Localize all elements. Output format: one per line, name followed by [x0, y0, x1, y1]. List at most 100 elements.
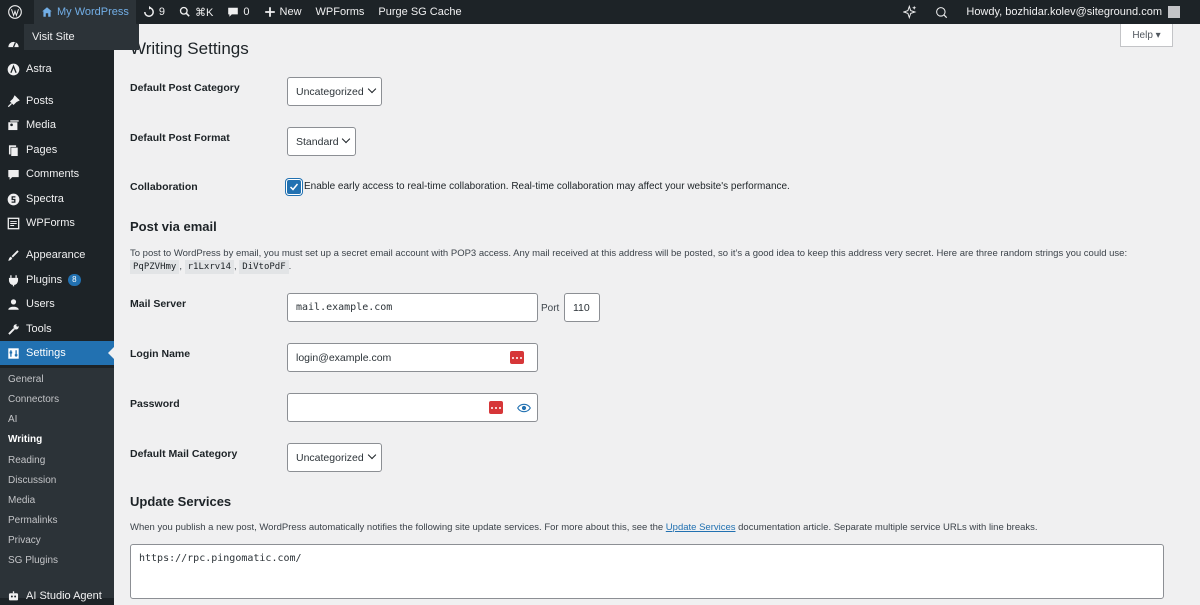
- comment-bubble-icon: [228, 7, 239, 17]
- sidebar-item-media[interactable]: Media: [0, 113, 114, 137]
- updates-button[interactable]: 9: [136, 0, 172, 24]
- sidebar-item-label: Pages: [26, 144, 58, 156]
- user-icon: [6, 297, 20, 311]
- input-value: mail.example.com: [296, 302, 393, 313]
- sidebar-item-label: Astra: [26, 63, 52, 75]
- new-label: New: [279, 6, 302, 18]
- chevron-down-icon: [341, 134, 351, 144]
- wpforms-icon: [6, 216, 20, 230]
- submenu-privacy[interactable]: Privacy: [8, 535, 41, 546]
- sidebar-item-plugins[interactable]: Plugins 8: [0, 268, 114, 292]
- purge-label: Purge SG Cache: [378, 6, 462, 18]
- sidebar-item-spectra[interactable]: Spectra: [0, 187, 114, 211]
- admin-bar: My WordPress 9 ⌘K 0 New WPForms Purge SG…: [0, 0, 1200, 24]
- help-tab-button[interactable]: Help ▾: [1120, 24, 1173, 47]
- wpforms-button[interactable]: WPForms: [309, 0, 372, 24]
- home-icon: [42, 7, 52, 17]
- avatar: [1168, 6, 1180, 18]
- sparkle-icon: [903, 5, 917, 19]
- sidebar-item-settings[interactable]: Settings: [0, 341, 114, 365]
- port-label: Port: [541, 303, 560, 314]
- update-services-description: When you publish a new post, WordPress a…: [130, 522, 1038, 533]
- sidebar-item-users[interactable]: Users: [0, 292, 114, 316]
- main-content: Help ▾ Writing Settings Default Post Cat…: [114, 24, 1200, 605]
- sidebar-item-label: Comments: [26, 168, 80, 180]
- submenu-ai[interactable]: AI: [8, 414, 17, 425]
- media-icon: [6, 118, 20, 132]
- sidebar-item-pages[interactable]: Pages: [0, 138, 114, 162]
- settings-icon: [6, 346, 20, 360]
- sidebar-item-label: Spectra: [26, 193, 64, 205]
- submenu-media[interactable]: Media: [8, 495, 35, 506]
- astra-icon: [6, 62, 20, 76]
- select-value: Uncategorized: [296, 85, 364, 98]
- password-input[interactable]: [287, 393, 538, 422]
- plugins-update-badge: 8: [68, 274, 81, 286]
- updates-icon: [143, 6, 154, 17]
- mail-server-input[interactable]: mail.example.com: [287, 293, 538, 322]
- sidebar-item-label: AI Studio Agent: [26, 590, 102, 602]
- ai-icon: [6, 589, 20, 603]
- submenu-connectors[interactable]: Connectors: [8, 394, 59, 405]
- comments-button[interactable]: 0: [220, 0, 256, 24]
- ai-sparkle-button[interactable]: [896, 0, 928, 24]
- shortcut-label: ⌘K: [195, 6, 214, 19]
- my-account-menu[interactable]: Howdy, bozhidar.kolev@siteground.com: [959, 0, 1200, 24]
- input-value: 110: [573, 301, 590, 314]
- wordpress-icon: [8, 5, 22, 19]
- submenu-discussion[interactable]: Discussion: [8, 475, 56, 486]
- sidebar-item-comments[interactable]: Comments: [0, 162, 114, 186]
- howdy-text: Howdy, bozhidar.kolev@siteground.com: [966, 6, 1162, 18]
- sidebar-item-ai-studio-agent[interactable]: AI Studio Agent: [0, 584, 114, 605]
- submenu-permalinks[interactable]: Permalinks: [8, 515, 57, 526]
- submenu-reading[interactable]: Reading: [8, 455, 45, 466]
- submenu-general[interactable]: General: [8, 374, 44, 385]
- checkmark-icon: [289, 183, 299, 191]
- collaboration-checkbox[interactable]: [287, 180, 301, 194]
- chevron-down-icon: [367, 84, 377, 94]
- default-post-format-select[interactable]: Standard: [287, 127, 356, 156]
- purge-cache-button[interactable]: Purge SG Cache: [371, 0, 468, 24]
- update-services-link[interactable]: Update Services: [666, 522, 736, 533]
- random-strings: PqPZVHmy, r1Lxrv14, DiVtoPdF.: [130, 260, 291, 274]
- sidebar-item-label: WPForms: [26, 217, 75, 229]
- admin-search-button[interactable]: [928, 0, 959, 24]
- plugin-icon: [6, 273, 20, 287]
- eye-icon[interactable]: [517, 402, 531, 414]
- password-manager-icon[interactable]: [510, 351, 524, 364]
- site-name-menu[interactable]: My WordPress: [34, 0, 136, 24]
- mail-server-label: Mail Server: [130, 298, 187, 310]
- password-manager-icon[interactable]: [489, 401, 503, 414]
- submenu-writing[interactable]: Writing: [8, 434, 42, 445]
- spectra-icon: [6, 192, 20, 206]
- visit-site-label: Visit Site: [32, 31, 75, 43]
- plus-icon: [264, 7, 275, 17]
- default-mail-category-select[interactable]: Uncategorized: [287, 443, 382, 472]
- settings-submenu: General Connectors AI Writing Reading Di…: [0, 368, 114, 598]
- update-services-text-after: documentation article. Separate multiple…: [735, 522, 1038, 533]
- sidebar-item-astra[interactable]: Astra: [0, 57, 114, 81]
- visit-site-link[interactable]: Visit Site: [24, 24, 139, 50]
- new-content-button[interactable]: New: [257, 0, 309, 24]
- sidebar-item-tools[interactable]: Tools: [0, 317, 114, 341]
- textarea-value: https://rpc.pingomatic.com/: [139, 553, 302, 564]
- default-post-format-label: Default Post Format: [130, 132, 230, 144]
- sidebar-item-posts[interactable]: Posts: [0, 89, 114, 113]
- ping-sites-textarea[interactable]: https://rpc.pingomatic.com/: [130, 544, 1164, 599]
- sidebar-item-label: Settings: [26, 347, 66, 359]
- page-title: Writing Settings: [130, 39, 249, 58]
- sidebar-item-label: Plugins: [26, 274, 63, 286]
- command-palette-button[interactable]: ⌘K: [172, 0, 220, 24]
- submenu-sg-plugins[interactable]: SG Plugins: [8, 555, 58, 566]
- sidebar-item-appearance[interactable]: Appearance: [0, 243, 114, 267]
- post-via-email-description: To post to WordPress by email, you must …: [130, 248, 1128, 259]
- login-name-input[interactable]: login@example.com: [287, 343, 538, 372]
- default-post-category-select[interactable]: Uncategorized: [287, 77, 382, 106]
- help-label: Help ▾: [1132, 29, 1161, 41]
- sidebar-item-wpforms[interactable]: WPForms: [0, 211, 114, 235]
- input-value: login@example.com: [296, 351, 392, 364]
- wordpress-logo-button[interactable]: [0, 0, 34, 24]
- search-icon: [179, 6, 190, 17]
- random-string-3: DiVtoPdF: [239, 260, 289, 274]
- port-input[interactable]: 110: [564, 293, 600, 322]
